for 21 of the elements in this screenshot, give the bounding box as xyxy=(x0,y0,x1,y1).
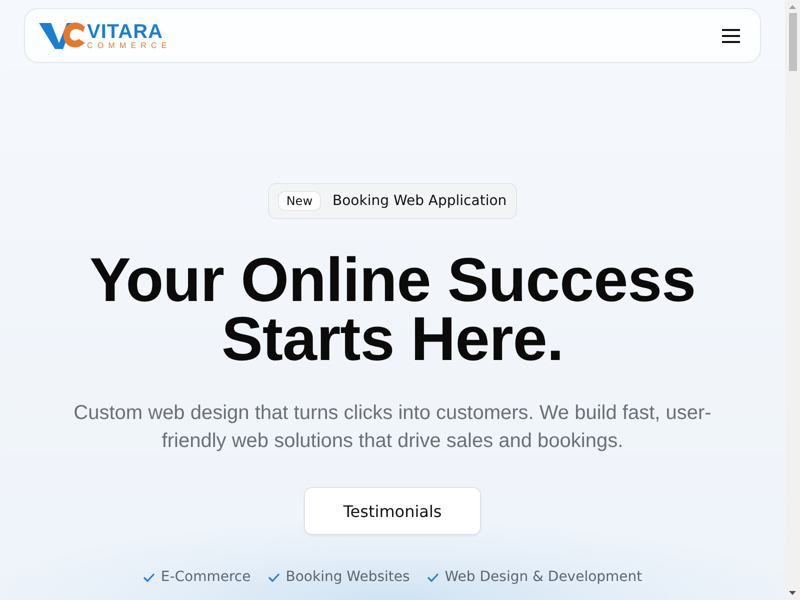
check-icon xyxy=(426,572,439,582)
feature-label: Booking Websites xyxy=(286,569,410,585)
hero-heading: Your Online Success xyxy=(89,251,696,310)
hero-heading: Starts Here. xyxy=(221,310,564,369)
badge-text: Booking Web Application xyxy=(332,193,507,209)
announcement-badge[interactable]: New Booking Web Application xyxy=(268,183,517,219)
logo-mark-icon xyxy=(39,20,85,50)
scroll-down-icon xyxy=(789,591,796,595)
menu-icon xyxy=(722,28,740,42)
feature-label: Web Design & Development xyxy=(444,569,642,585)
testimonials-button[interactable]: Testimonials xyxy=(304,487,481,535)
logo-name: VITARA xyxy=(87,22,163,42)
feature-label: E-Commerce xyxy=(160,569,251,585)
logo-tagline: COMMERCE xyxy=(87,42,172,50)
scrollbar[interactable] xyxy=(785,0,800,600)
check-icon xyxy=(142,572,155,582)
scrollbar-thumb[interactable] xyxy=(788,13,796,71)
check-icon xyxy=(268,572,280,582)
new-tag: New xyxy=(278,191,321,211)
scroll-up-icon xyxy=(789,5,796,9)
hero-subtitle: Custom web design that turns clicks into customers. We build fast, user-friendly web solutions that drive sales and bookings. xyxy=(72,401,712,454)
